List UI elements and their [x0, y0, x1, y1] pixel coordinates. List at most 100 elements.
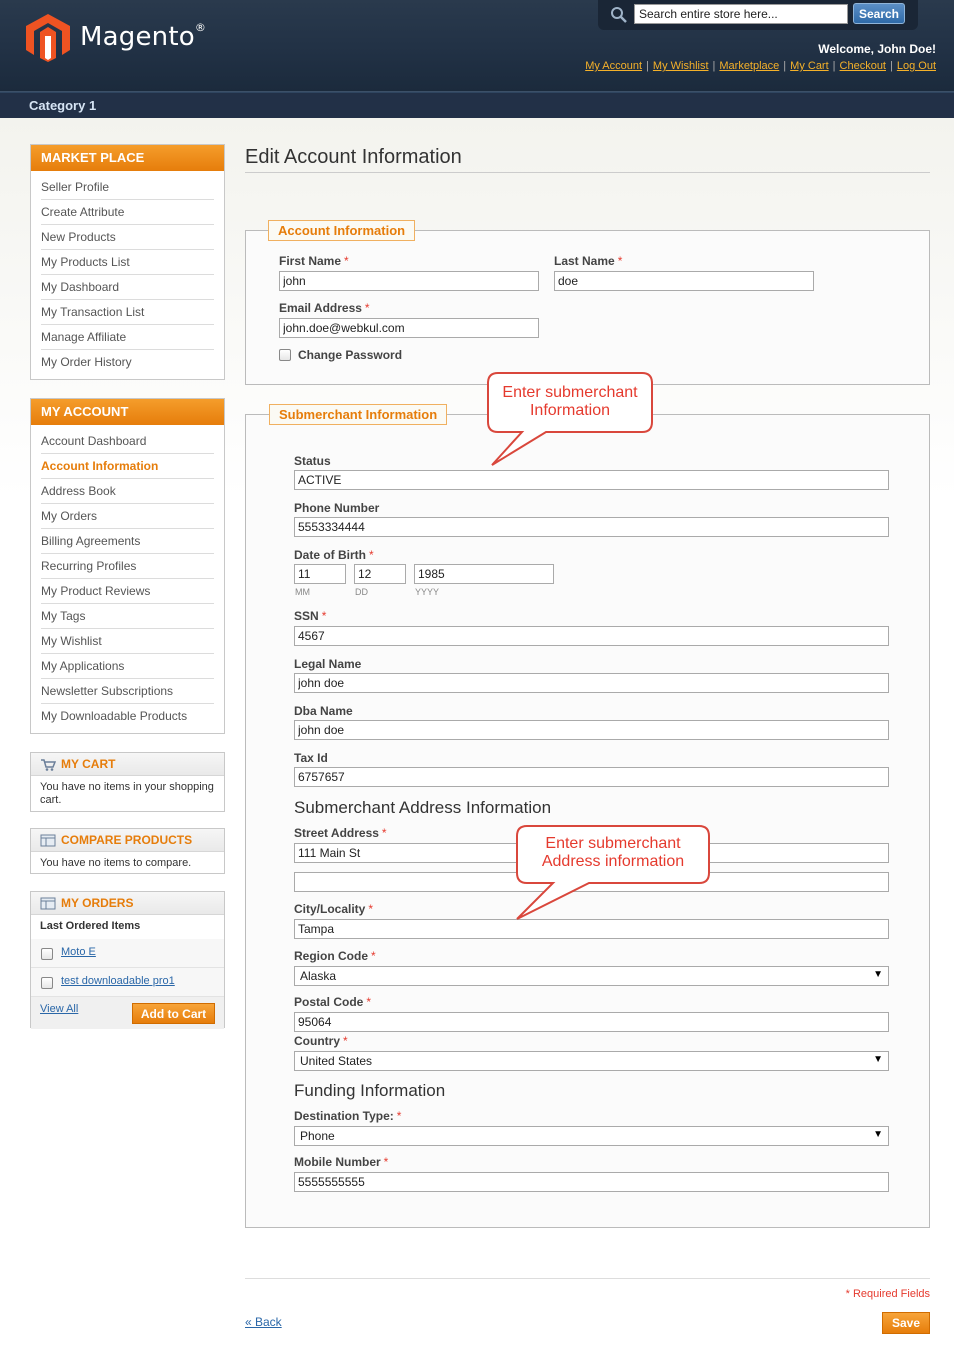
destination-select-value: Phone	[300, 1129, 335, 1143]
order-item: test downloadable pro1	[31, 968, 224, 997]
tax-id-input[interactable]	[294, 767, 889, 787]
dob-day-input[interactable]	[354, 564, 406, 584]
orders-icon	[40, 897, 56, 910]
welcome-message: Welcome, John Doe!	[818, 42, 936, 56]
account-item[interactable]: Billing Agreements	[41, 529, 214, 554]
marketplace-item[interactable]: New Products	[41, 225, 214, 250]
funding-section-heading: Funding Information	[294, 1081, 446, 1100]
my-orders-title: MY ORDERS	[31, 892, 224, 915]
marketplace-item[interactable]: Seller Profile	[41, 175, 214, 200]
dob-month-input[interactable]	[294, 564, 346, 584]
change-password-label[interactable]: Change Password	[298, 348, 402, 362]
magento-logo-icon[interactable]	[26, 14, 70, 62]
dba-name-label: Dba Name	[294, 704, 353, 718]
account-item-active[interactable]: Account Information	[41, 454, 214, 479]
country-label: Country *	[294, 1034, 348, 1048]
order-item-link[interactable]: test downloadable pro1	[61, 975, 175, 987]
address-section-heading: Submerchant Address Information	[294, 798, 552, 817]
marketplace-item[interactable]: Manage Affiliate	[41, 325, 214, 350]
account-item[interactable]: My Orders	[41, 504, 214, 529]
view-all-link[interactable]: View All	[40, 1003, 78, 1015]
search-input[interactable]	[634, 4, 848, 24]
title-divider	[245, 172, 930, 173]
mobile-input[interactable]	[294, 1172, 889, 1192]
country-select-value: United States	[300, 1054, 373, 1068]
account-item[interactable]: Newsletter Subscriptions	[41, 679, 214, 704]
order-item-checkbox[interactable]	[41, 948, 53, 960]
marketplace-title: MARKET PLACE	[31, 145, 224, 171]
buttons-divider	[245, 1278, 930, 1279]
category-nav: Category 1	[0, 92, 954, 118]
legal-name-label: Legal Name	[294, 657, 362, 671]
legal-name-input[interactable]	[294, 673, 889, 693]
ssn-label: SSN *	[294, 609, 327, 623]
account-item[interactable]: My Downloadable Products	[41, 704, 214, 729]
callout-line: Address information	[541, 853, 685, 870]
my-cart-block: MY CART You have no items in your shoppi…	[30, 752, 225, 812]
postal-label: Postal Code *	[294, 995, 372, 1009]
required-fields-note: * Required Fields	[845, 1288, 930, 1300]
account-item[interactable]: My Applications	[41, 654, 214, 679]
link-my-account[interactable]: My Account	[585, 60, 642, 72]
postal-input[interactable]	[294, 1012, 889, 1032]
marketplace-item[interactable]: My Products List	[41, 250, 214, 275]
marketplace-item[interactable]: My Transaction List	[41, 300, 214, 325]
region-select[interactable]: Alaska ▼	[294, 966, 889, 986]
save-button[interactable]: Save	[882, 1312, 930, 1334]
last-name-input[interactable]	[554, 271, 814, 291]
country-select[interactable]: United States ▼	[294, 1051, 889, 1071]
street-label: Street Address *	[294, 826, 387, 840]
order-item-checkbox[interactable]	[41, 977, 53, 989]
email-input[interactable]	[279, 318, 539, 338]
dba-name-input[interactable]	[294, 720, 889, 740]
callout-submerchant-info: Enter submerchant Information	[484, 370, 656, 470]
account-item[interactable]: My Wishlist	[41, 629, 214, 654]
marketplace-item[interactable]: My Dashboard	[41, 275, 214, 300]
dropdown-arrow-icon: ▼	[873, 1054, 883, 1065]
page-title: Edit Account Information	[245, 146, 462, 168]
email-label: Email Address *	[279, 301, 370, 315]
search-bar: Search	[598, 0, 918, 30]
marketplace-item[interactable]: Create Attribute	[41, 200, 214, 225]
dob-year-input[interactable]	[414, 564, 554, 584]
account-item[interactable]: Account Dashboard	[41, 429, 214, 454]
cart-icon	[41, 759, 56, 771]
link-my-wishlist[interactable]: My Wishlist	[653, 60, 709, 72]
callout-line: Information	[529, 402, 611, 419]
my-orders-block: MY ORDERS Last Ordered Items Moto E test…	[30, 891, 225, 1029]
change-password-checkbox[interactable]	[279, 349, 291, 361]
callout-address-info: Enter submerchant Address information	[513, 823, 713, 923]
marketplace-item[interactable]: My Order History	[41, 350, 214, 375]
back-link[interactable]: « Back	[245, 1315, 282, 1329]
account-item[interactable]: My Product Reviews	[41, 579, 214, 604]
add-to-cart-button[interactable]: Add to Cart	[132, 1003, 215, 1024]
first-name-label: First Name *	[279, 254, 349, 268]
account-item[interactable]: Address Book	[41, 479, 214, 504]
my-cart-empty-text: You have no items in your shopping cart.	[40, 781, 214, 806]
destination-select[interactable]: Phone ▼	[294, 1126, 889, 1146]
search-button[interactable]: Search	[853, 3, 905, 24]
compare-empty-text: You have no items to compare.	[40, 857, 192, 869]
account-item[interactable]: My Tags	[41, 604, 214, 629]
dropdown-arrow-icon: ▼	[873, 969, 883, 980]
logo-text[interactable]: Magento®	[80, 21, 206, 52]
phone-input[interactable]	[294, 517, 889, 537]
city-label: City/Locality *	[294, 902, 374, 916]
order-item: Moto E	[31, 939, 224, 968]
order-item-link[interactable]: Moto E	[61, 946, 96, 958]
orders-actions: View All Add to Cart	[31, 997, 224, 1029]
link-log-out[interactable]: Log Out	[897, 60, 936, 72]
link-my-cart[interactable]: My Cart	[790, 60, 829, 72]
first-name-input[interactable]	[279, 271, 539, 291]
account-item[interactable]: Recurring Profiles	[41, 554, 214, 579]
nav-category-1[interactable]: Category 1	[29, 98, 96, 113]
status-label: Status	[294, 454, 331, 468]
status-input[interactable]	[294, 470, 889, 490]
site-header: Magento® Search Welcome, John Doe! My Ac…	[0, 0, 954, 92]
ssn-input[interactable]	[294, 626, 889, 646]
link-marketplace[interactable]: Marketplace	[719, 60, 779, 72]
mobile-label: Mobile Number *	[294, 1155, 389, 1169]
link-checkout[interactable]: Checkout	[840, 60, 886, 72]
region-select-value: Alaska	[300, 969, 337, 983]
my-account-title: MY ACCOUNT	[31, 399, 224, 425]
